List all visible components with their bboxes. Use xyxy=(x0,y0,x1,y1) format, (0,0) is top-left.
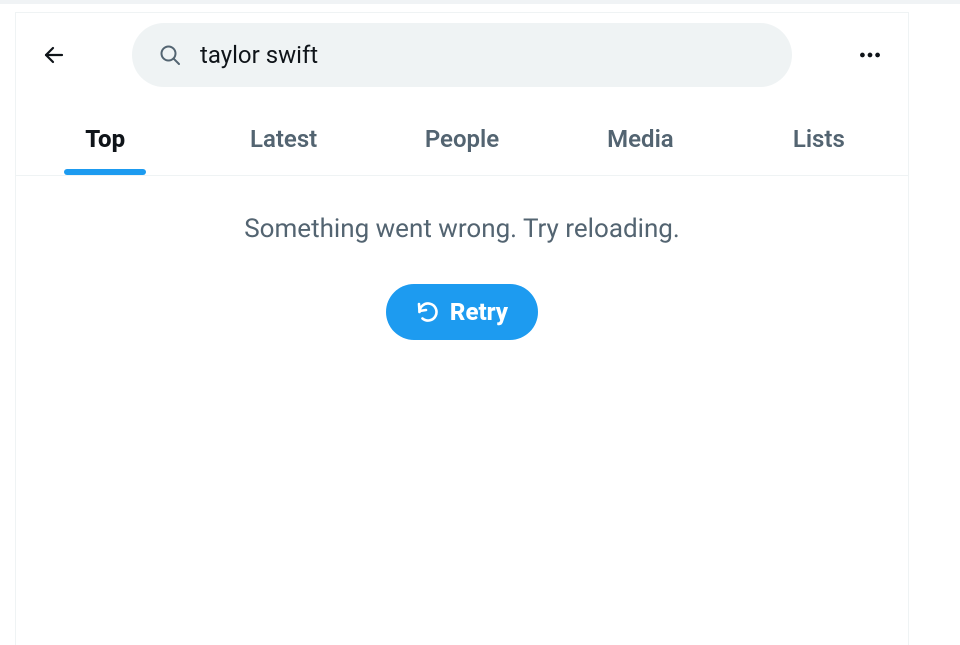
content-area: Something went wrong. Try reloading. Ret… xyxy=(16,176,908,340)
main-column: Top Latest People Media Lists Something … xyxy=(15,12,909,645)
tab-label: Top xyxy=(85,125,125,153)
back-arrow-icon xyxy=(42,43,66,67)
tab-lists[interactable]: Lists xyxy=(730,103,908,175)
left-gutter xyxy=(0,4,15,645)
tab-media[interactable]: Media xyxy=(551,103,729,175)
tab-top[interactable]: Top xyxy=(16,103,194,175)
tab-label: Media xyxy=(607,125,674,153)
more-options-button[interactable] xyxy=(850,35,890,75)
tab-people[interactable]: People xyxy=(373,103,551,175)
right-gutter xyxy=(909,4,960,645)
search-tabs: Top Latest People Media Lists xyxy=(16,103,908,176)
tab-label: Lists xyxy=(793,125,845,153)
back-button[interactable] xyxy=(34,35,74,75)
more-horizontal-icon xyxy=(857,42,883,68)
search-box[interactable] xyxy=(132,23,792,87)
retry-label: Retry xyxy=(450,298,508,326)
retry-button[interactable]: Retry xyxy=(386,284,538,340)
search-input[interactable] xyxy=(200,41,766,69)
tab-underline xyxy=(64,169,146,175)
search-header xyxy=(16,13,908,97)
tab-label: People xyxy=(425,125,499,153)
refresh-icon xyxy=(416,300,440,324)
app-frame: Top Latest People Media Lists Something … xyxy=(0,4,960,645)
error-message: Something went wrong. Try reloading. xyxy=(244,214,680,244)
tab-latest[interactable]: Latest xyxy=(194,103,372,175)
search-icon xyxy=(158,43,182,67)
tab-label: Latest xyxy=(250,125,317,153)
search-container xyxy=(132,23,792,87)
